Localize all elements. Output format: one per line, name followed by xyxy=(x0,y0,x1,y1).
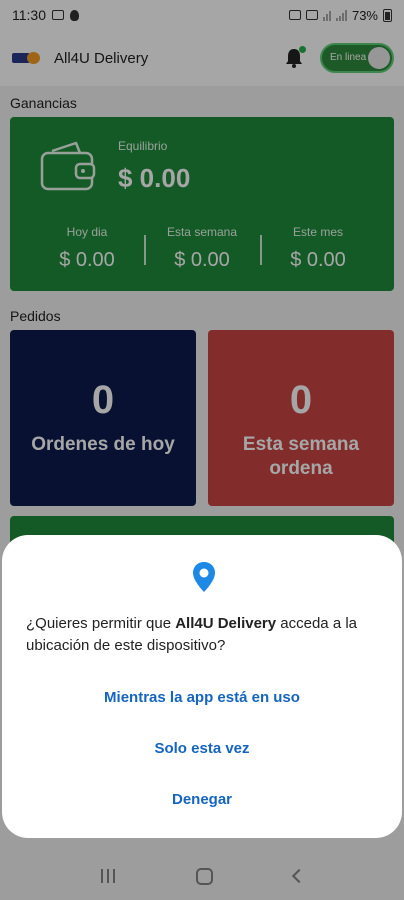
back-icon[interactable] xyxy=(291,868,306,884)
recent-apps-icon[interactable] xyxy=(100,869,115,883)
dialog-message: ¿Quieres permitir que All4U Delivery acc… xyxy=(26,613,382,657)
home-icon[interactable] xyxy=(195,867,213,885)
deny-button[interactable]: Denegar xyxy=(2,791,402,808)
dialog-app-name: All4U Delivery xyxy=(175,615,277,632)
location-pin-icon xyxy=(192,561,216,593)
allow-while-using-button[interactable]: Mientras la app está en uso xyxy=(2,689,402,706)
allow-once-button[interactable]: Solo esta vez xyxy=(2,740,402,757)
system-nav-bar xyxy=(0,852,404,900)
location-permission-dialog: ¿Quieres permitir que All4U Delivery acc… xyxy=(2,535,402,838)
dialog-message-prefix: ¿Quieres permitir que xyxy=(26,615,176,632)
